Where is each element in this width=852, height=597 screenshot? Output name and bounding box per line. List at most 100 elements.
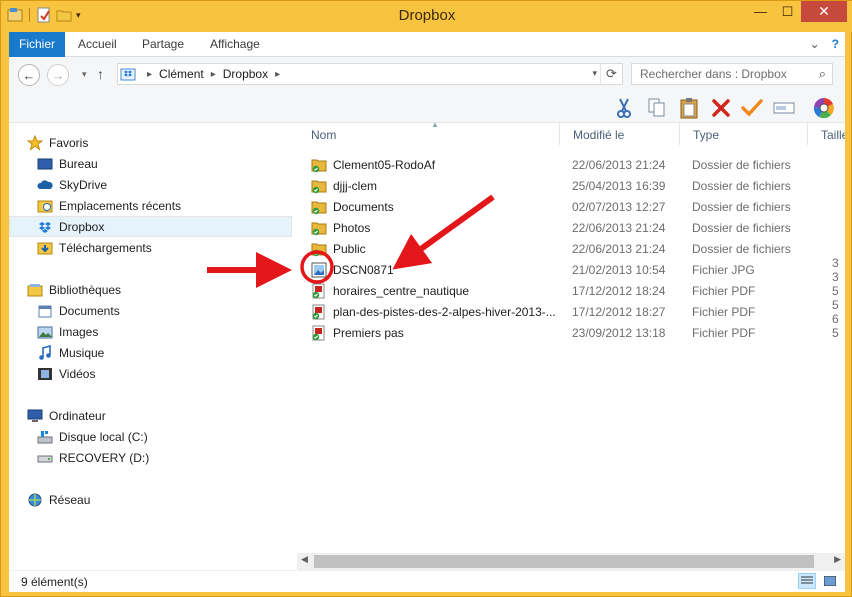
copy-icon[interactable]	[645, 96, 669, 120]
nav-group-network[interactable]: Réseau	[9, 489, 292, 510]
column-header-size[interactable]: Taille	[807, 123, 845, 149]
file-row[interactable]: Photos 22/06/2013 21:24 Dossier de fichi…	[297, 217, 845, 238]
pdf-file-icon	[312, 325, 325, 340]
pictures-icon	[37, 326, 53, 338]
nav-item-telechargements[interactable]: Téléchargements	[9, 237, 292, 258]
checkmark-icon[interactable]	[740, 96, 764, 120]
nav-item-local-disk[interactable]: Disque local (C:)	[9, 426, 292, 447]
file-modified: 17/12/2012 18:27	[572, 304, 666, 319]
tab-fichier[interactable]: Fichier	[9, 32, 65, 57]
column-header-name[interactable]: Nom	[297, 123, 559, 149]
column-header-type[interactable]: Type	[679, 123, 807, 149]
file-row[interactable]: plan-des-pistes-des-2-alpes-hiver-2013-.…	[297, 298, 845, 326]
breadcrumb-separator-icon[interactable]: ▸	[147, 69, 152, 80]
file-type: Dossier de fichiers	[692, 220, 791, 235]
nav-item-label: Dropbox	[59, 219, 105, 234]
nav-group-favorites[interactable]: Favoris	[9, 132, 292, 153]
details-view-button[interactable]	[798, 573, 816, 589]
back-button[interactable]: ←	[18, 64, 40, 86]
folder-synced-icon	[311, 180, 327, 193]
libraries-icon	[27, 283, 43, 296]
file-name-cell: horaires_centre_nautique	[311, 283, 469, 299]
help-button[interactable]: ?	[832, 37, 839, 51]
search-input[interactable]: Rechercher dans : Dropbox ⌕	[631, 63, 833, 85]
nav-group-libraries[interactable]: Bibliothèques	[9, 279, 292, 300]
file-name: DSCN0871	[333, 262, 394, 277]
file-name: horaires_centre_nautique	[333, 283, 470, 298]
nav-item-videos[interactable]: Vidéos	[9, 363, 292, 384]
scrollbar-thumb[interactable]	[314, 555, 814, 568]
nav-item-recent-places[interactable]: Emplacements récents	[9, 195, 292, 216]
file-type: Dossier de fichiers	[692, 157, 791, 172]
large-icons-view-button[interactable]	[821, 573, 839, 589]
file-list: ▲ Nom Modifié le Type Taille Clement05-R…	[297, 123, 845, 570]
file-row[interactable]: djjj-clem 25/04/2013 16:39 Dossier de fi…	[297, 175, 845, 196]
breadcrumb-separator-icon[interactable]: ▸	[211, 69, 216, 80]
file-row[interactable]: Premiers pas 23/09/2012 13:18 Fichier PD…	[297, 322, 845, 343]
nav-item-documents[interactable]: Documents	[9, 300, 292, 321]
recent-locations-dropdown[interactable]: ▾	[82, 69, 87, 80]
local-disk-icon	[37, 430, 53, 443]
address-history-dropdown-icon[interactable]: ▾	[592, 68, 597, 79]
file-type: Fichier PDF	[692, 304, 756, 319]
folder-synced-icon	[311, 222, 327, 235]
nav-item-images[interactable]: Images	[9, 321, 292, 342]
horizontal-scrollbar[interactable]: ◀ ▶	[297, 553, 845, 570]
delete-icon[interactable]	[709, 96, 733, 120]
nav-item-recovery[interactable]: RECOVERY (D:)	[9, 447, 292, 468]
file-name-cell: Clement05-RodoAf	[311, 157, 435, 173]
computer-icon	[27, 409, 43, 422]
scroll-left-icon[interactable]: ◀	[301, 554, 308, 565]
file-row[interactable]: DSCN0871 21/02/2013 10:54 Fichier JPG 3 …	[297, 256, 845, 284]
file-row[interactable]: Clement05-RodoAf 22/06/2013 21:24 Dossie…	[297, 154, 845, 175]
breadcrumb-clement[interactable]: Clément	[159, 67, 204, 81]
tab-partage[interactable]: Partage	[130, 32, 196, 57]
tab-affichage[interactable]: Affichage	[198, 32, 272, 57]
image-file-icon	[311, 262, 327, 277]
rename-icon[interactable]	[772, 96, 796, 120]
file-name-cell: DSCN0871	[311, 262, 394, 278]
search-icon[interactable]: ⌕	[819, 64, 826, 84]
tab-accueil[interactable]: Accueil	[66, 32, 129, 57]
maximize-button[interactable]: ☐	[774, 1, 801, 22]
file-modified: 22/06/2013 21:24	[572, 157, 666, 172]
up-button[interactable]: ↑	[97, 66, 104, 82]
network-icon	[28, 493, 42, 506]
nav-item-label: Disque local (C:)	[59, 429, 148, 444]
breadcrumb-dropbox[interactable]: Dropbox	[223, 67, 268, 81]
file-row[interactable]: Documents 02/07/2013 12:27 Dossier de fi…	[297, 196, 845, 217]
file-row[interactable]: horaires_centre_nautique 17/12/2012 18:2…	[297, 280, 845, 301]
dropbox-icon	[39, 221, 51, 233]
file-size: 5	[832, 325, 839, 340]
nav-item-label: SkyDrive	[59, 177, 108, 192]
expand-ribbon-button[interactable]: ⌄	[810, 37, 820, 51]
videos-icon	[38, 367, 52, 380]
minimize-button[interactable]: —	[747, 1, 774, 22]
search-placeholder: Rechercher dans : Dropbox	[640, 67, 787, 81]
file-name: djjj-clem	[333, 178, 378, 193]
file-modified: 23/09/2012 13:18	[572, 325, 666, 340]
close-button[interactable]: ✕	[801, 1, 847, 22]
forward-button[interactable]: →	[47, 64, 69, 86]
file-row[interactable]: Public 22/06/2013 21:24 Dossier de fichi…	[297, 238, 845, 259]
breadcrumb-separator-icon[interactable]: ▸	[275, 69, 280, 80]
nav-item-musique[interactable]: Musique	[9, 342, 292, 363]
paste-icon[interactable]	[677, 96, 701, 120]
nav-group-computer[interactable]: Ordinateur	[9, 405, 292, 426]
nav-item-bureau[interactable]: Bureau	[9, 153, 292, 174]
folder-synced-icon	[311, 243, 327, 256]
nav-item-label: Emplacements récents	[59, 198, 182, 213]
nav-item-label: Images	[59, 324, 99, 339]
address-bar[interactable]: ▸ Clément ▸ Dropbox ▸ ▾ ⟳	[117, 63, 623, 85]
color-wheel-icon[interactable]	[812, 96, 836, 120]
explorer-window: ▾ Dropbox — ☐ ✕ Fichier Accueil Partage …	[0, 0, 852, 597]
refresh-button[interactable]: ⟳	[600, 64, 622, 84]
folder-synced-icon	[311, 159, 327, 172]
dropbox-location-icon	[120, 68, 136, 81]
cut-icon[interactable]	[612, 96, 636, 120]
nav-item-skydrive[interactable]: SkyDrive	[9, 174, 292, 195]
column-header-modified[interactable]: Modifié le	[559, 123, 679, 149]
nav-group-label: Bibliothèques	[49, 282, 122, 297]
scroll-right-icon[interactable]: ▶	[834, 554, 841, 565]
nav-item-dropbox[interactable]: Dropbox	[9, 216, 292, 237]
